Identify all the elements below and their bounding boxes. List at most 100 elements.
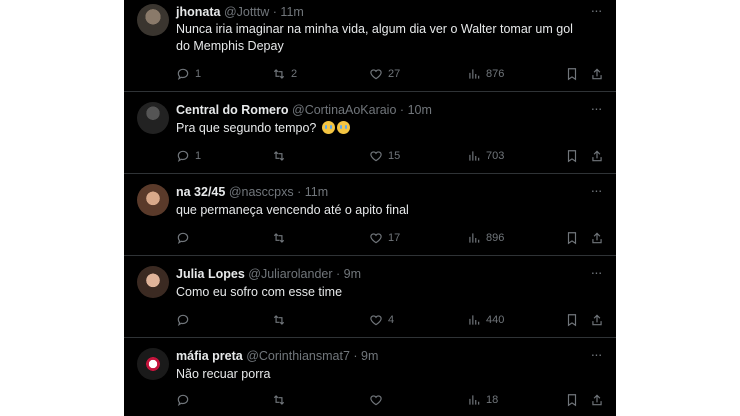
retweet-button[interactable] (272, 312, 291, 328)
view-count: 703 (486, 150, 505, 162)
share-button[interactable] (590, 312, 604, 328)
user-handle[interactable]: @Juliarolander (248, 267, 332, 281)
views-button[interactable]: 18 (467, 392, 498, 408)
bookmark-button[interactable] (565, 312, 579, 328)
share-button[interactable] (590, 66, 604, 82)
more-icon[interactable]: ··· (588, 265, 604, 282)
heart-icon (370, 315, 382, 326)
views-button[interactable]: 896 (467, 230, 504, 246)
like-button[interactable]: 15 (369, 148, 400, 164)
crying-face-emoji (321, 121, 335, 134)
views-icon (469, 315, 480, 325)
share-button[interactable] (590, 392, 604, 408)
retweet-count: 2 (291, 68, 298, 80)
retweet-icon (273, 69, 285, 79)
tweet[interactable]: jhonata @Jotttw · 11m ··· Nunca iria ima… (124, 0, 616, 92)
user-handle[interactable]: @Jotttw (224, 5, 269, 19)
more-icon[interactable]: ··· (588, 3, 604, 20)
like-button[interactable] (369, 392, 388, 408)
timestamp[interactable]: 9m (344, 267, 361, 281)
avatar[interactable] (137, 184, 169, 216)
user-handle[interactable]: @nasccpxs (229, 185, 294, 199)
views-button[interactable]: 876 (467, 66, 504, 82)
avatar[interactable] (137, 266, 169, 298)
tweet-header: Central do Romero @CortinaAoKaraio · 10m (176, 102, 572, 118)
user-handle[interactable]: @Corinthiansmat7 (246, 349, 350, 363)
reply-count: 1 (195, 68, 202, 80)
tweet-text: Pra que segundo tempo? (176, 121, 317, 135)
share-icon (592, 314, 602, 326)
views-button[interactable]: 703 (467, 148, 504, 164)
like-button[interactable]: 17 (369, 230, 400, 246)
tweet[interactable]: na 32/45 @nasccpxs · 11m ··· que permane… (124, 174, 616, 256)
reply-icon (177, 68, 189, 80)
like-count: 15 (388, 150, 401, 162)
bookmark-button[interactable] (565, 230, 579, 246)
timestamp[interactable]: 10m (408, 103, 432, 117)
display-name[interactable]: Central do Romero (176, 103, 289, 117)
retweet-icon (273, 395, 285, 405)
action-bar: 18 (176, 392, 606, 408)
bookmark-icon (567, 394, 577, 407)
timestamp[interactable]: 9m (361, 349, 378, 363)
reply-button[interactable]: 1 (176, 148, 201, 164)
separator: · (297, 185, 302, 199)
timestamp[interactable]: 11m (280, 5, 303, 19)
bookmark-button[interactable] (565, 66, 579, 82)
bookmark-icon (567, 68, 577, 81)
reply-button[interactable] (176, 230, 195, 246)
reply-icon (177, 314, 189, 326)
avatar[interactable] (137, 4, 169, 36)
tweet[interactable]: Julia Lopes @Juliarolander · 9m ··· Como… (124, 256, 616, 338)
share-button[interactable] (590, 148, 604, 164)
timestamp[interactable]: 11m (305, 185, 328, 199)
display-name[interactable]: Julia Lopes (176, 267, 245, 281)
retweet-icon (273, 151, 285, 161)
bookmark-button[interactable] (565, 392, 579, 408)
tweet-header: Julia Lopes @Juliarolander · 9m (176, 266, 572, 282)
reply-icon (177, 394, 189, 406)
display-name[interactable]: jhonata (176, 5, 220, 19)
avatar[interactable] (137, 348, 169, 380)
views-icon (469, 233, 480, 243)
heart-icon (370, 395, 382, 406)
tweet[interactable]: máfia preta @Corinthiansmat7 · 9m ··· Nã… (124, 338, 616, 416)
reply-button[interactable]: 1 (176, 66, 201, 82)
views-icon (469, 395, 480, 405)
retweet-button[interactable] (272, 230, 291, 246)
tweet-text: Como eu sofro com esse time (176, 285, 343, 299)
bookmark-button[interactable] (565, 148, 579, 164)
like-count: 17 (388, 232, 401, 244)
views-icon (469, 69, 480, 79)
retweet-button[interactable]: 2 (272, 66, 297, 82)
share-icon (592, 68, 602, 80)
share-button[interactable] (590, 230, 604, 246)
display-name[interactable]: máfia preta (176, 349, 243, 363)
bookmark-icon (567, 150, 577, 163)
more-icon[interactable]: ··· (588, 183, 604, 200)
reply-button[interactable] (176, 392, 195, 408)
share-icon (592, 232, 602, 244)
separator: · (353, 349, 358, 363)
user-handle[interactable]: @CortinaAoKaraio (292, 103, 396, 117)
reply-button[interactable] (176, 312, 195, 328)
view-count: 440 (486, 314, 505, 326)
retweet-icon (273, 233, 285, 243)
tweet[interactable]: Central do Romero @CortinaAoKaraio · 10m… (124, 92, 616, 174)
views-button[interactable]: 440 (467, 312, 504, 328)
like-button[interactable]: 4 (369, 312, 394, 328)
tweet-text: que permaneça vencendo até o apito final (176, 203, 409, 217)
separator: · (272, 5, 277, 19)
crying-face-emoji (336, 121, 350, 134)
retweet-button[interactable] (272, 148, 291, 164)
display-name[interactable]: na 32/45 (176, 185, 225, 199)
more-icon[interactable]: ··· (588, 101, 604, 118)
avatar[interactable] (137, 102, 169, 134)
heart-icon (370, 151, 382, 162)
heart-icon (370, 233, 382, 244)
more-icon[interactable]: ··· (588, 347, 604, 364)
tweet-body: Pra que segundo tempo? (176, 120, 576, 137)
retweet-button[interactable] (272, 392, 291, 408)
tweet-header: na 32/45 @nasccpxs · 11m (176, 184, 572, 200)
like-button[interactable]: 27 (369, 66, 400, 82)
